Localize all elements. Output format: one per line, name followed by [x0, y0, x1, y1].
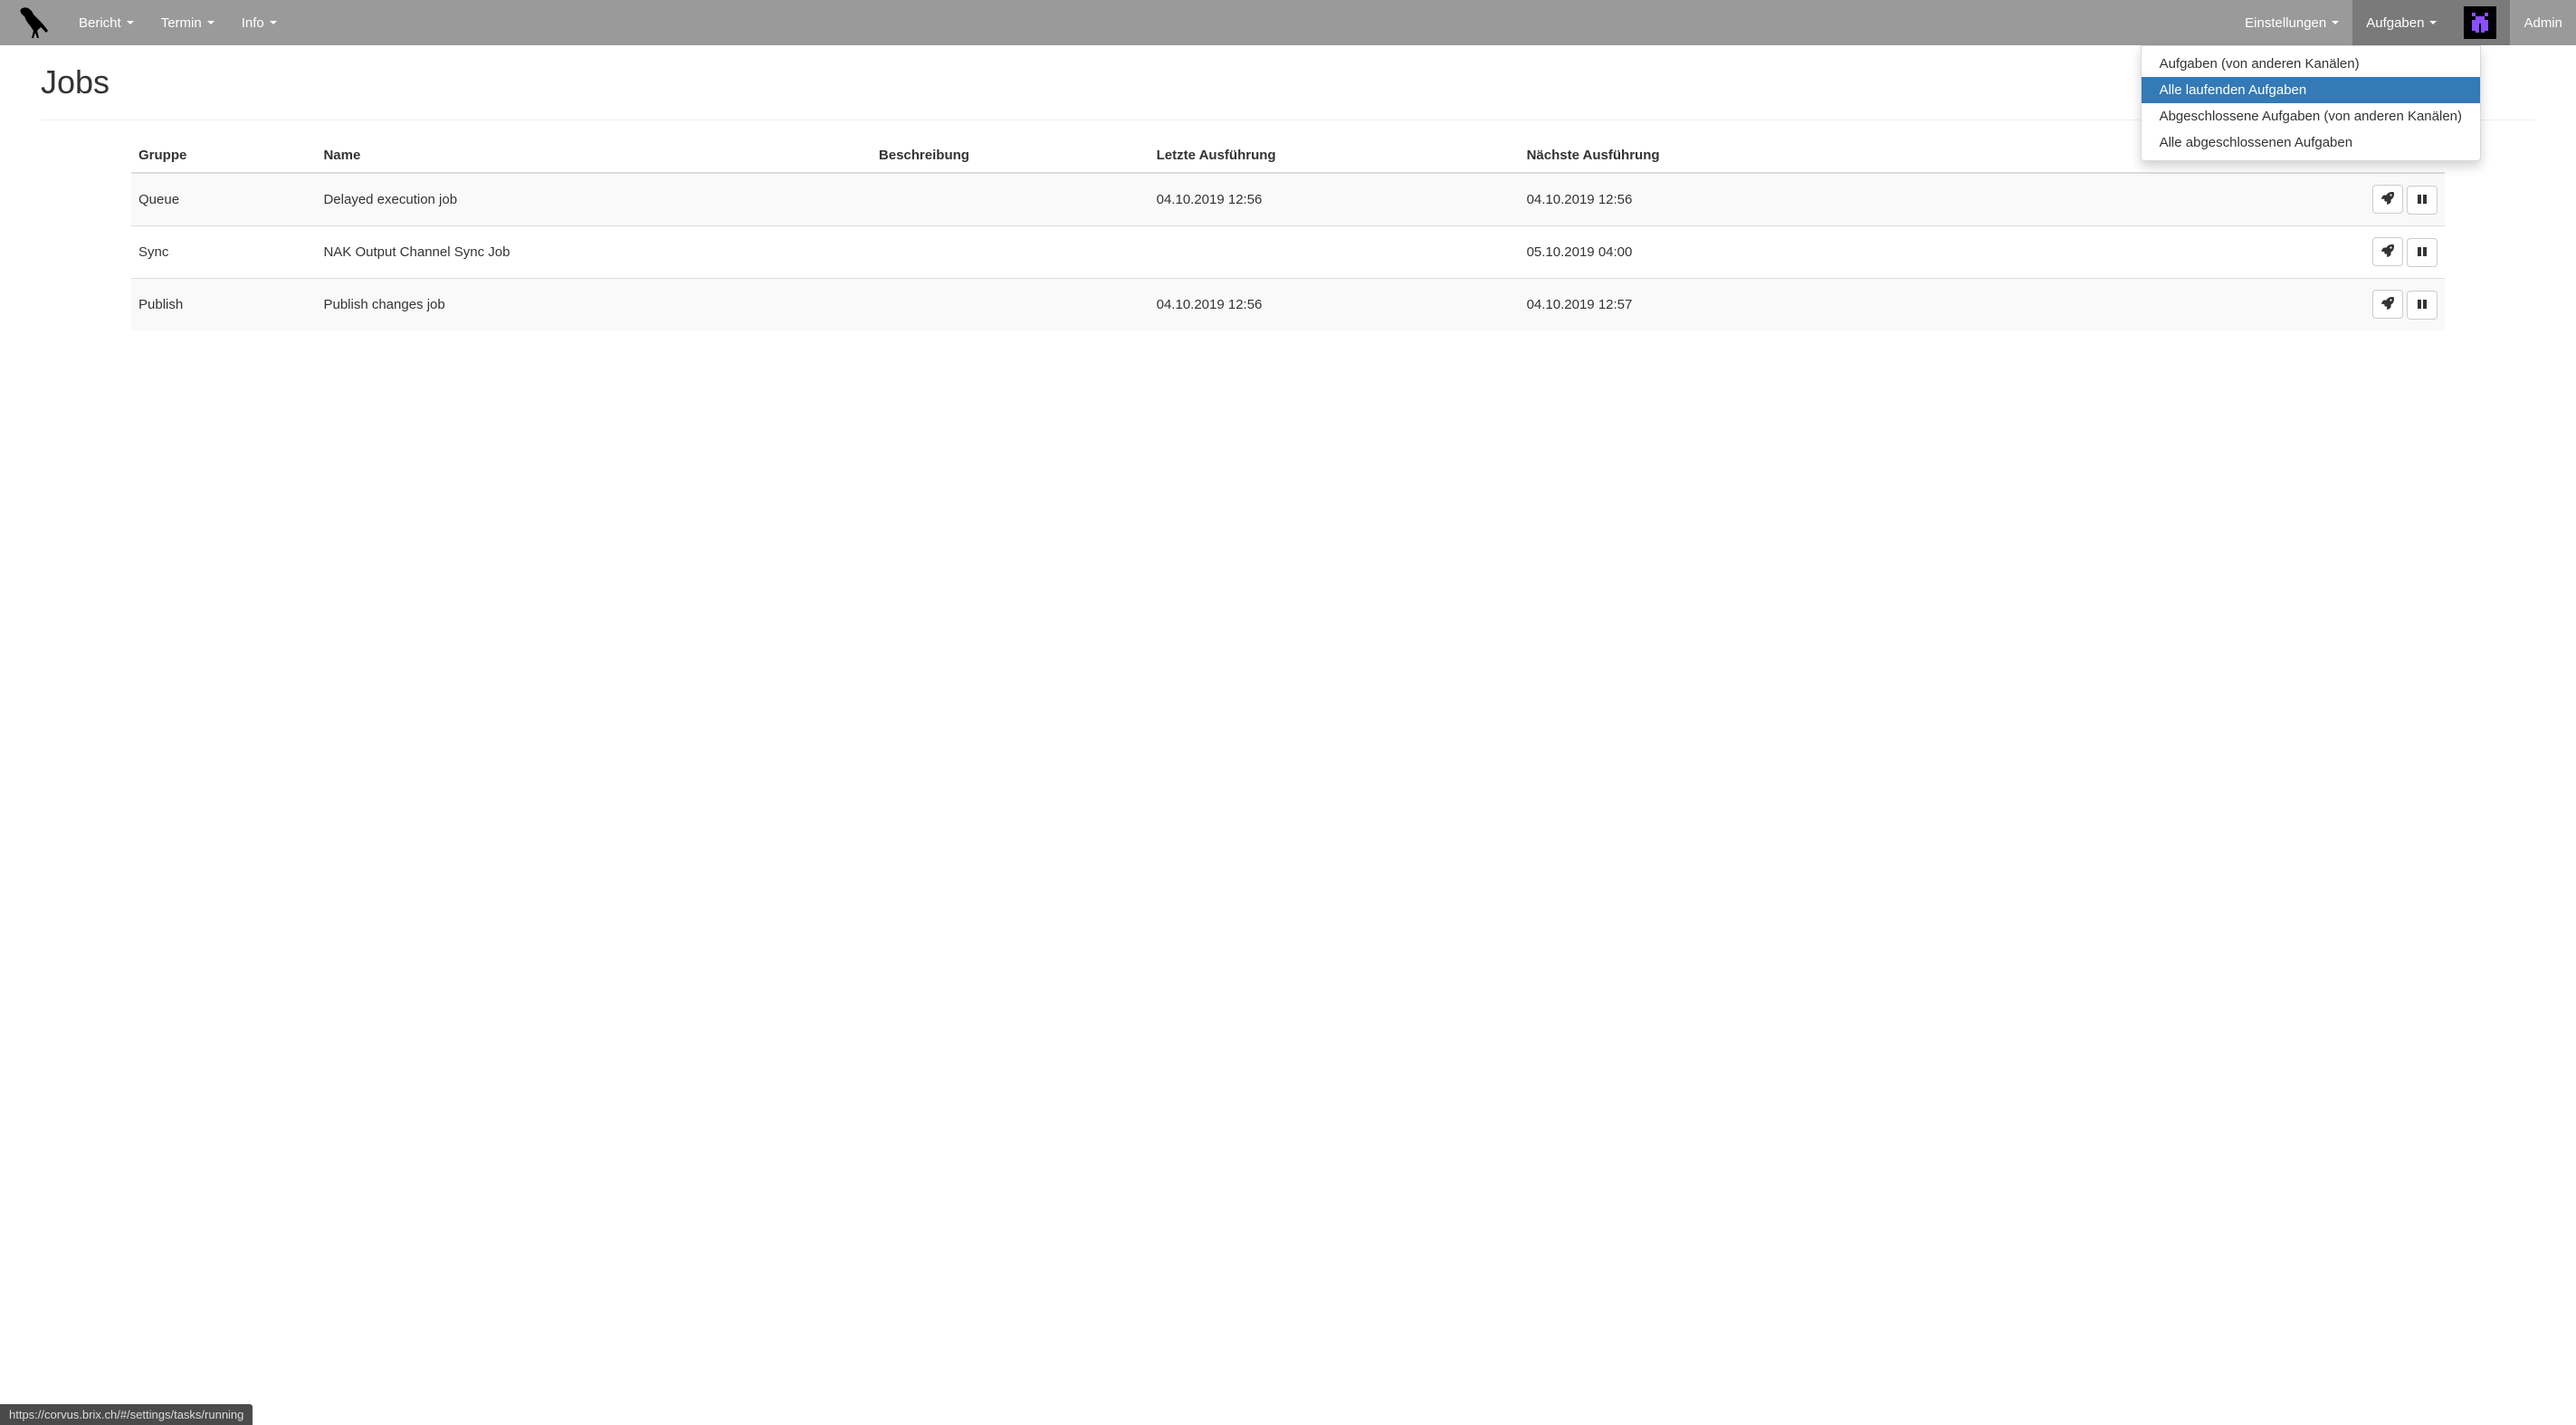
nav-einstellungen[interactable]: Einstellungen: [2231, 0, 2352, 45]
cell-description: [872, 226, 1150, 279]
cell-next_run: 05.10.2019 04:00: [1520, 226, 2028, 279]
nav-admin-label: Admin: [2524, 15, 2562, 31]
dropdown-item-2[interactable]: Abgeschlossene Aufgaben (von anderen Kan…: [2142, 103, 2480, 129]
th-name: Name: [316, 139, 871, 173]
nav-admin[interactable]: Admin: [2510, 0, 2576, 45]
th-next-run: Nächste Ausführung: [1520, 139, 2028, 173]
rocket-icon: [2381, 297, 2394, 312]
nav-aufgaben-label: Aufgaben: [2366, 15, 2424, 31]
nav-termin[interactable]: Termin: [148, 0, 228, 45]
cell-name: Publish changes job: [316, 279, 871, 331]
th-group: Gruppe: [131, 139, 316, 173]
cell-name: Delayed execution job: [316, 173, 871, 226]
pause-icon: [2417, 194, 2428, 207]
nav-bericht-label: Bericht: [79, 15, 121, 31]
caret-down-icon: [270, 21, 277, 24]
cell-group: Queue: [131, 173, 316, 226]
caret-down-icon: [2429, 21, 2437, 24]
pause-icon: [2417, 246, 2428, 260]
nav-termin-label: Termin: [161, 15, 202, 31]
status-bar-url: https://corvus.brix.ch/#/settings/tasks/…: [0, 1404, 253, 1425]
dropdown-item-0[interactable]: Aufgaben (von anderen Kanälen): [2142, 51, 2480, 77]
cell-description: [872, 279, 1150, 331]
th-last-run: Letzte Ausführung: [1150, 139, 1520, 173]
cell-name: NAK Output Channel Sync Job: [316, 226, 871, 279]
table-wrapper: Gruppe Name Beschreibung Letzte Ausführu…: [41, 139, 2535, 330]
table-header-row: Gruppe Name Beschreibung Letzte Ausführu…: [131, 139, 2445, 173]
run-button[interactable]: [2372, 290, 2403, 319]
navbar-right: Einstellungen Aufgaben Admin: [2231, 0, 2576, 45]
jobs-table: Gruppe Name Beschreibung Letzte Ausführu…: [131, 139, 2445, 330]
brand-logo[interactable]: [0, 0, 65, 45]
caret-down-icon: [127, 21, 134, 24]
run-button[interactable]: [2372, 185, 2403, 214]
nav-info-label: Info: [242, 15, 264, 31]
caret-down-icon: [207, 21, 215, 24]
dropdown-item-3[interactable]: Alle abgeschlossenen Aufgaben: [2142, 129, 2480, 156]
navbar: Bericht Termin Info Einstellungen Aufgab…: [0, 0, 2576, 45]
cell-group: Sync: [131, 226, 316, 279]
cell-last_run: 04.10.2019 12:56: [1150, 173, 1520, 226]
cell-last_run: 04.10.2019 12:56: [1150, 279, 1520, 331]
nav-aufgaben[interactable]: Aufgaben: [2352, 0, 2450, 45]
pause-button[interactable]: [2407, 238, 2438, 267]
crow-icon: [14, 4, 52, 42]
cell-group: Publish: [131, 279, 316, 331]
user-menu[interactable]: [2450, 0, 2510, 45]
dropdown-item-1[interactable]: Alle laufenden Aufgaben: [2142, 77, 2480, 103]
aufgaben-dropdown: Aufgaben (von anderen Kanälen)Alle laufe…: [2141, 45, 2481, 161]
rocket-icon: [2381, 244, 2394, 260]
cell-actions: [2028, 226, 2445, 279]
pause-icon: [2417, 299, 2428, 312]
cell-actions: [2028, 173, 2445, 226]
table-row: QueueDelayed execution job 04.10.2019 12:…: [131, 173, 2445, 226]
pause-button[interactable]: [2407, 186, 2438, 215]
caret-down-icon: [2332, 21, 2339, 24]
cell-next_run: 04.10.2019 12:56: [1520, 173, 2028, 226]
th-description: Beschreibung: [872, 139, 1150, 173]
avatar-pixel-icon: [2466, 9, 2494, 36]
pause-button[interactable]: [2407, 291, 2438, 320]
table-row: SyncNAK Output Channel Sync Job 05.10.201…: [131, 226, 2445, 279]
run-button[interactable]: [2372, 237, 2403, 266]
cell-actions: [2028, 279, 2445, 331]
nav-einstellungen-label: Einstellungen: [2245, 15, 2326, 31]
table-row: PublishPublish changes job 04.10.2019 12:…: [131, 279, 2445, 331]
avatar: [2464, 6, 2496, 39]
nav-info[interactable]: Info: [228, 0, 291, 45]
navbar-left: Bericht Termin Info: [65, 0, 291, 45]
cell-description: [872, 173, 1150, 226]
rocket-icon: [2381, 192, 2394, 207]
nav-bericht[interactable]: Bericht: [65, 0, 148, 45]
cell-last_run: [1150, 226, 1520, 279]
cell-next_run: 04.10.2019 12:57: [1520, 279, 2028, 331]
